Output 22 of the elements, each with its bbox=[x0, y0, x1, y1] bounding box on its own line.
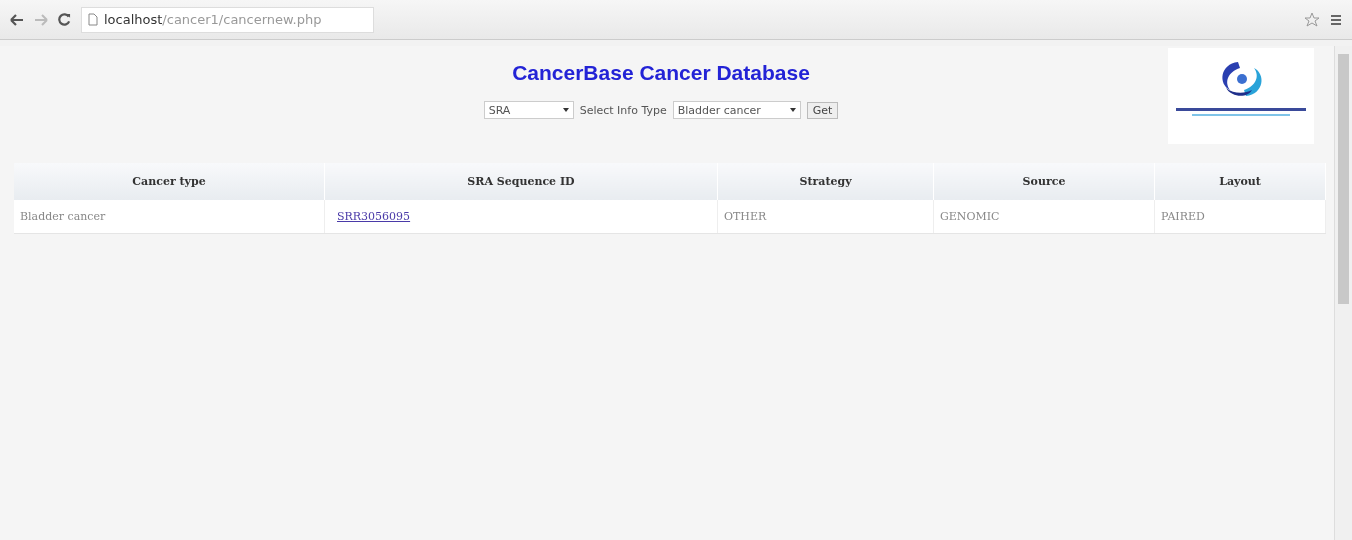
reload-icon[interactable] bbox=[58, 13, 71, 26]
cancer-type-select[interactable]: Bladder cancer bbox=[672, 101, 801, 119]
sequence-link[interactable]: SRR3056095 bbox=[337, 210, 411, 223]
column-header: Cancer type bbox=[14, 163, 325, 200]
database-select[interactable]: SRA bbox=[483, 101, 574, 119]
scrollbar[interactable] bbox=[1334, 46, 1352, 540]
page-title: CancerBase Cancer Database bbox=[512, 61, 810, 85]
table-cell: GENOMIC bbox=[940, 210, 1000, 223]
menu-icon[interactable] bbox=[1330, 13, 1342, 26]
column-header: Source bbox=[933, 163, 1155, 200]
back-icon[interactable] bbox=[10, 13, 24, 26]
page-icon bbox=[88, 13, 98, 26]
get-button[interactable]: Get bbox=[806, 101, 839, 119]
column-header: SRA Sequence ID bbox=[324, 163, 718, 200]
column-header: Layout bbox=[1154, 163, 1326, 200]
table-cell: OTHER bbox=[724, 210, 767, 223]
address-bar[interactable]: localhost/cancer1/cancernew.php bbox=[81, 6, 374, 33]
star-icon[interactable] bbox=[1304, 11, 1320, 28]
column-header: Strategy bbox=[717, 163, 934, 200]
table-cell: Bladder cancer bbox=[20, 210, 106, 223]
table-cell: PAIRED bbox=[1161, 210, 1205, 223]
info-type-label: Select Info Type bbox=[579, 103, 667, 117]
